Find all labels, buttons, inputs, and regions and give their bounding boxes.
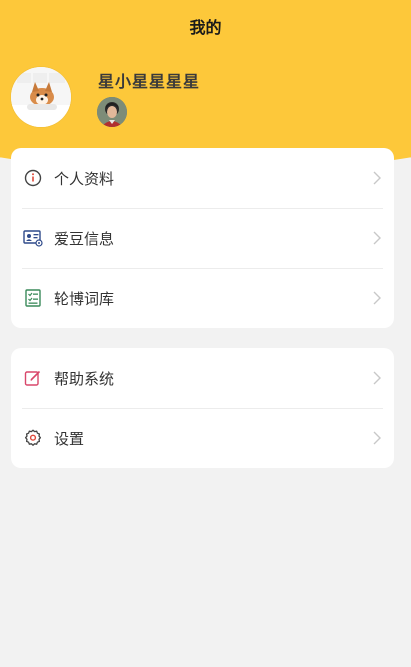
menu-item-settings[interactable]: 设置 — [11, 408, 394, 468]
page-title: 我的 — [189, 18, 222, 37]
username[interactable]: 星小星星星星 — [98, 68, 200, 92]
chevron-right-icon — [372, 371, 382, 385]
menu-item-help[interactable]: 帮助系统 — [11, 348, 394, 408]
chevron-right-icon — [372, 431, 382, 445]
menu-label-help: 帮助系统 — [54, 369, 115, 388]
profile-page: 我的 星小星星星星 个人资料 爱豆信息 轮博词库 帮助系统 设置 — [0, 0, 411, 667]
info-circle-icon — [23, 168, 43, 188]
menu-label-lexicon: 轮博词库 — [54, 289, 115, 308]
checklist-icon — [23, 288, 43, 308]
chevron-right-icon — [372, 171, 382, 185]
edit-icon — [23, 368, 43, 388]
chevron-right-icon — [372, 291, 382, 305]
menu-label-idol-info: 爱豆信息 — [54, 229, 115, 248]
menu-item-lexicon[interactable]: 轮博词库 — [11, 268, 394, 328]
menu-item-profile[interactable]: 个人资料 — [11, 148, 394, 208]
idol-avatar[interactable] — [97, 97, 127, 127]
user-avatar[interactable] — [11, 67, 71, 127]
chevron-right-icon — [372, 231, 382, 245]
menu-label-profile: 个人资料 — [54, 169, 115, 188]
dog-avatar-icon — [11, 67, 71, 127]
idol-photo-icon — [97, 97, 127, 127]
gear-icon — [23, 428, 43, 448]
menu-card-secondary: 帮助系统 设置 — [11, 348, 394, 468]
id-card-icon — [23, 228, 43, 248]
menu-label-settings: 设置 — [54, 429, 85, 448]
menu-item-idol-info[interactable]: 爱豆信息 — [11, 208, 394, 268]
menu-card-primary: 个人资料 爱豆信息 轮博词库 — [11, 148, 394, 328]
